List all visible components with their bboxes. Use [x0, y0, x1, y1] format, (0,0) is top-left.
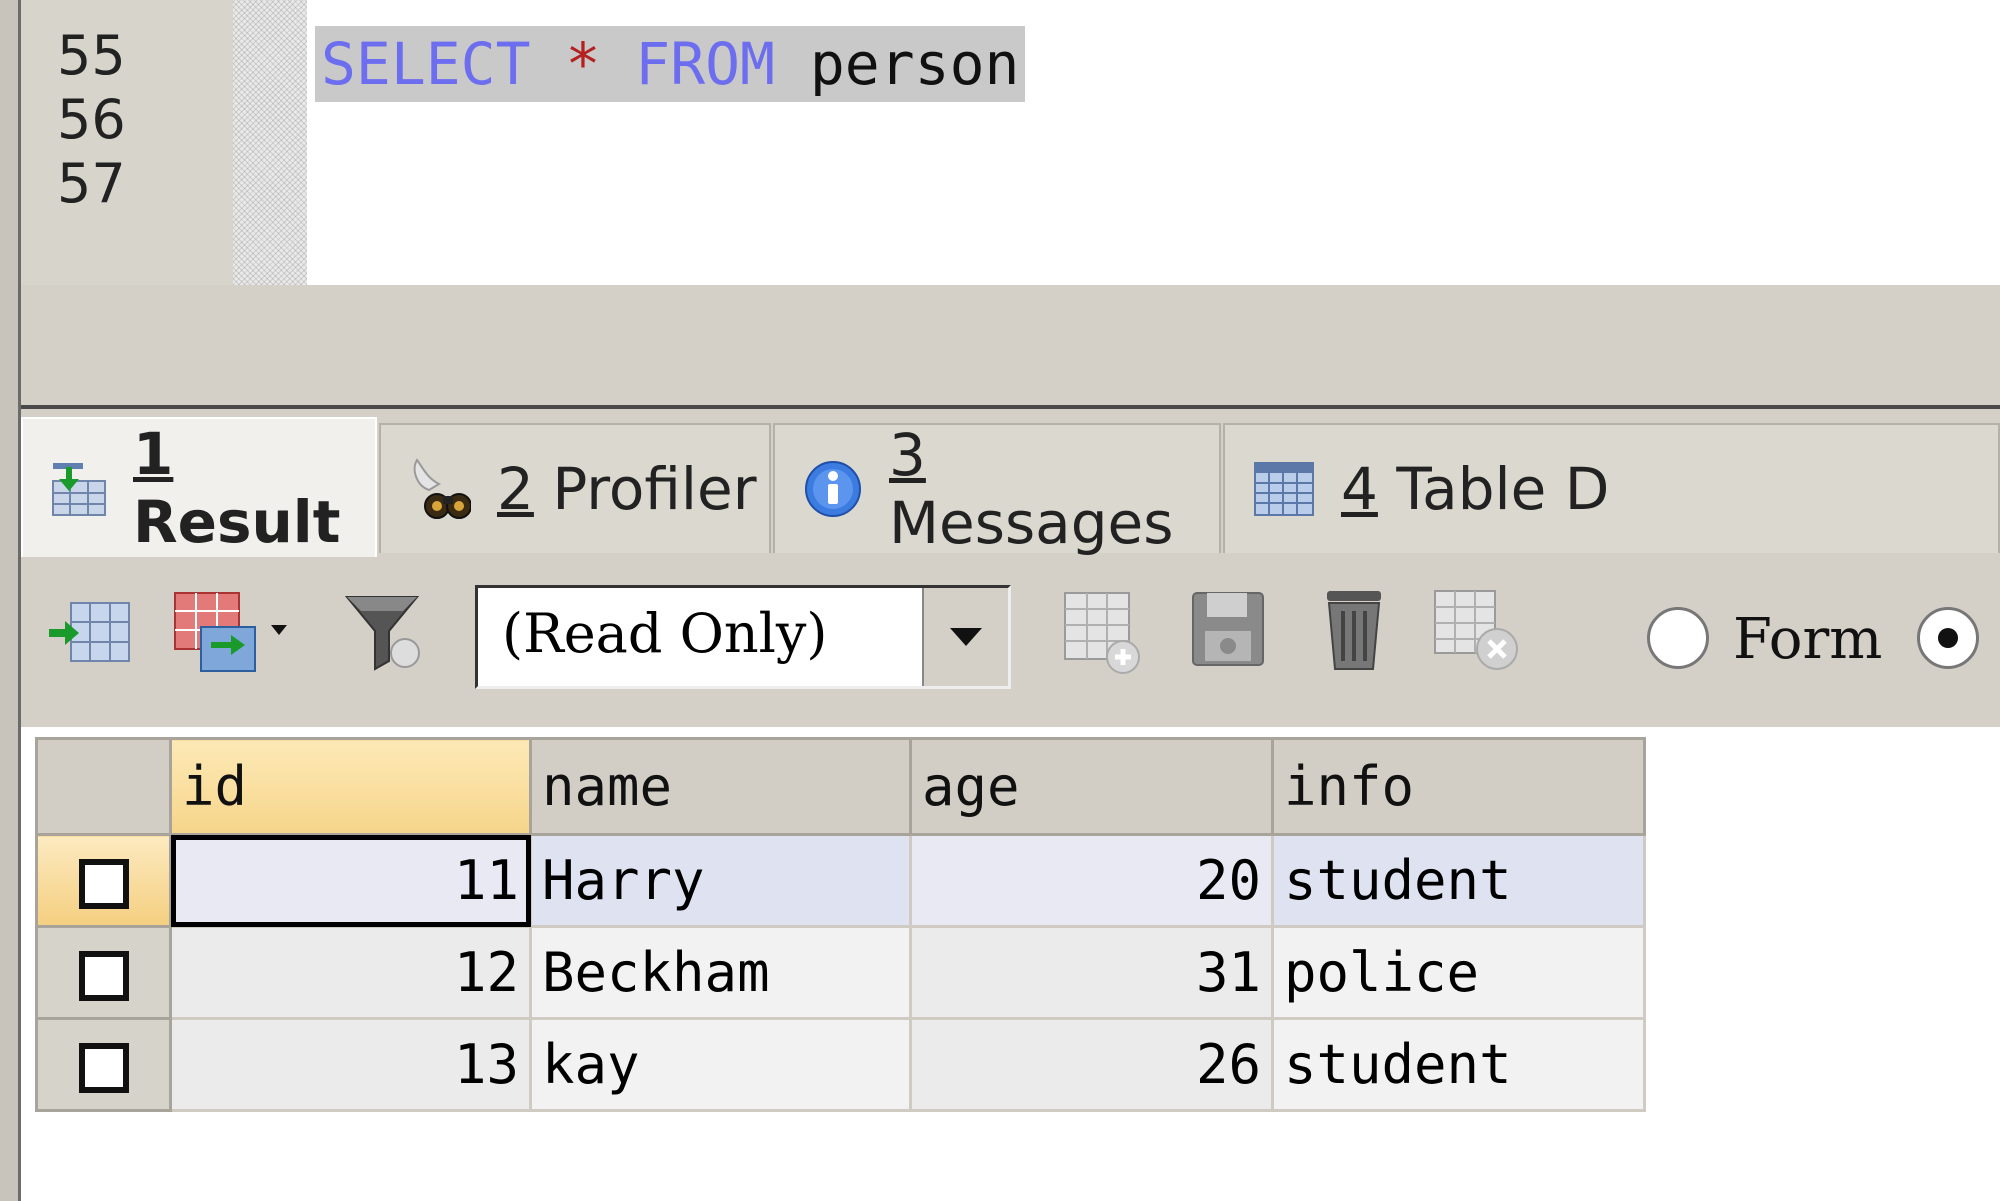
tab-number: 1: [133, 420, 174, 488]
tab-label: Profiler: [552, 455, 757, 523]
add-row-icon[interactable]: [1057, 587, 1147, 677]
export-icon[interactable]: [45, 587, 135, 677]
table-data-icon: [1254, 462, 1314, 516]
cell-name[interactable]: Beckham: [529, 925, 912, 1020]
export-menu-icon[interactable]: [171, 587, 301, 677]
result-grid-icon: [52, 463, 106, 516]
row-checkbox[interactable]: [78, 951, 129, 1002]
save-icon[interactable]: [1183, 587, 1273, 677]
fold-margin: [233, 0, 307, 285]
column-header-info[interactable]: info: [1271, 737, 1646, 836]
tab-number: 2: [497, 455, 534, 523]
select-star: *: [565, 30, 601, 98]
cell-id[interactable]: 13: [169, 1017, 532, 1112]
profiler-icon: [413, 458, 471, 519]
cell-id[interactable]: 11: [169, 833, 532, 928]
discard-icon[interactable]: [1431, 587, 1531, 677]
tab-table-data[interactable]: 4 Table D: [1223, 423, 2000, 553]
keyword-select: SELECT: [321, 30, 531, 98]
select-value: (Read Only): [502, 602, 828, 665]
line-number: 56: [57, 88, 126, 151]
cell-name[interactable]: Harry: [529, 833, 912, 928]
tab-messages[interactable]: 3 Messages: [773, 421, 1221, 557]
row-checkbox[interactable]: [78, 859, 129, 910]
result-grid-area: id name age info 11 Harry 20 student 12 …: [21, 727, 2000, 1201]
info-icon: [805, 461, 861, 517]
sql-editor[interactable]: ·· 55 56 57 SELECT * FROM person: [21, 0, 2000, 285]
editor-splitter[interactable]: [21, 285, 2000, 409]
line-number-partial: ··: [57, 0, 177, 23]
selected-query-line[interactable]: SELECT * FROM person: [315, 26, 1026, 102]
tab-label: Messages: [889, 489, 1174, 557]
table-row[interactable]: 12 Beckham 31 police: [35, 925, 1646, 1020]
table-row[interactable]: 13 kay 26 student: [35, 1017, 1646, 1112]
line-number-gutter: ·· 55 56 57: [21, 0, 233, 285]
cell-info[interactable]: police: [1271, 925, 1646, 1020]
table-row[interactable]: 11 Harry 20 student: [35, 833, 1646, 928]
header-row: id name age info: [35, 737, 1646, 836]
tab-number: 3: [889, 421, 926, 489]
result-tabbar: 1 Result 2 Profiler 3 Messages 4 Table D: [21, 409, 2000, 557]
keyword-from: FROM: [635, 30, 775, 98]
column-header-name[interactable]: name: [529, 737, 912, 836]
cell-id[interactable]: 12: [169, 925, 532, 1020]
cell-info[interactable]: student: [1271, 1017, 1646, 1112]
select-all-corner[interactable]: [35, 737, 172, 836]
grid-view-radio[interactable]: [1917, 607, 1979, 669]
row-selector[interactable]: [35, 925, 172, 1020]
column-header-age[interactable]: age: [909, 737, 1274, 836]
cell-age[interactable]: 20: [909, 833, 1274, 928]
tab-label: Result: [133, 488, 341, 556]
tab-result[interactable]: 1 Result: [21, 417, 377, 557]
cell-info[interactable]: student: [1271, 833, 1646, 928]
row-checkbox[interactable]: [78, 1043, 129, 1094]
table-name: person: [809, 30, 1020, 98]
form-view-label: Form: [1733, 607, 1883, 672]
filter-icon[interactable]: [339, 587, 429, 677]
tab-label: Table D: [1396, 455, 1610, 523]
row-selector[interactable]: [35, 833, 172, 928]
line-number: 55: [57, 24, 126, 87]
cell-age[interactable]: 26: [909, 1017, 1274, 1112]
result-toolbar: (Read Only) Form (: [21, 557, 2000, 727]
chevron-down-icon[interactable]: [922, 588, 1008, 686]
tab-number: 4: [1341, 455, 1378, 523]
form-view-radio[interactable]: [1647, 607, 1709, 669]
line-number: 57: [57, 152, 126, 215]
result-grid: id name age info 11 Harry 20 student 12 …: [35, 737, 1646, 1112]
read-only-mode-select[interactable]: (Read Only): [475, 585, 1011, 689]
row-selector[interactable]: [35, 1017, 172, 1112]
column-header-id[interactable]: id: [169, 737, 532, 836]
cell-age[interactable]: 31: [909, 925, 1274, 1020]
window-left-border: [0, 0, 21, 1201]
cell-name[interactable]: kay: [529, 1017, 912, 1112]
delete-icon[interactable]: [1309, 587, 1399, 677]
tab-profiler[interactable]: 2 Profiler: [379, 423, 771, 553]
